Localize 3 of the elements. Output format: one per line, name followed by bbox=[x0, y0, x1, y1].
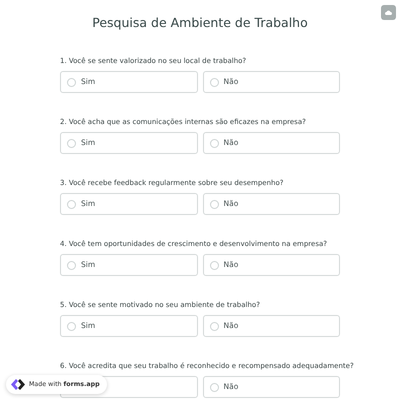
cloud-icon bbox=[385, 10, 392, 15]
survey-title: Pesquisa de Ambiente de Trabalho bbox=[91, 15, 309, 30]
logo-icon bbox=[11, 379, 25, 390]
